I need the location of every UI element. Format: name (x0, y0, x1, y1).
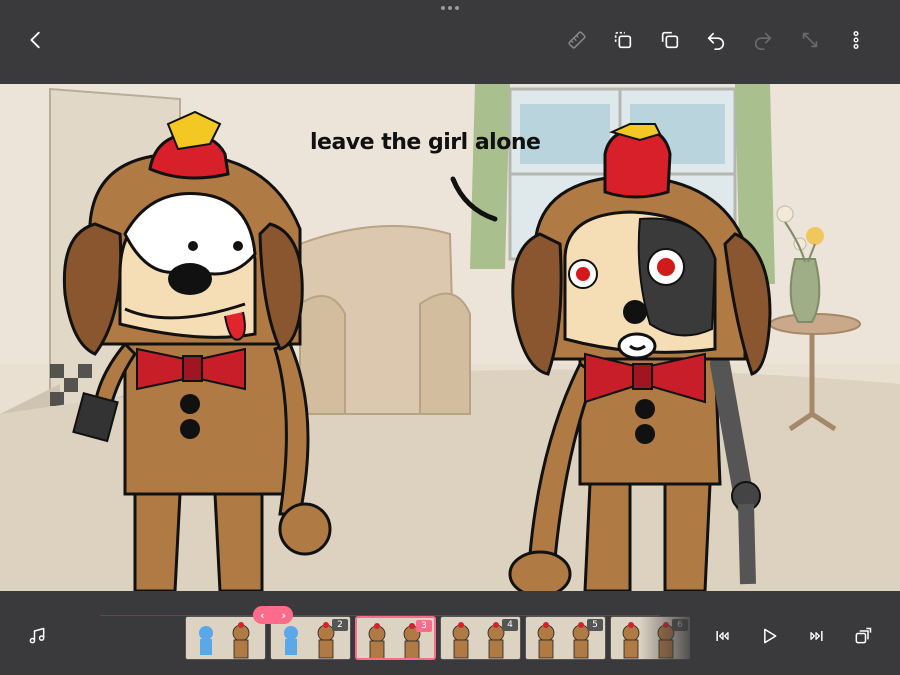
frame-number-badge: 2 (332, 619, 348, 631)
frame-number-badge: 5 (587, 619, 603, 631)
playhead-scrubber[interactable]: ‹ › (253, 606, 293, 624)
window-grabber[interactable] (441, 6, 459, 10)
drawing-canvas[interactable]: leave the girl alone (0, 84, 900, 591)
resize-icon (802, 32, 818, 48)
frame-thumbnail[interactable]: 4 (440, 616, 521, 660)
frame-preview (186, 617, 265, 659)
frame-thumbnail[interactable] (185, 616, 266, 660)
frame-number-badge: 4 (502, 619, 518, 631)
undo-icon (707, 32, 725, 50)
frame-strip-fade (640, 616, 690, 662)
resize-button[interactable] (794, 24, 826, 56)
undo-button[interactable] (700, 24, 732, 56)
top-toolbar (0, 0, 900, 84)
frame-thumbnail[interactable]: 3 (355, 616, 436, 660)
copy-frame-button[interactable] (607, 24, 639, 56)
ruler-button[interactable] (561, 24, 593, 56)
scrubber-right-arrow: › (281, 608, 286, 622)
back-button[interactable] (20, 24, 52, 56)
skip-back-icon (716, 631, 729, 641)
skip-to-end-button[interactable] (803, 623, 829, 649)
scrubber-left-arrow: ‹ (260, 608, 265, 622)
armchair (299, 225, 471, 415)
layers-button[interactable] (850, 623, 876, 649)
frame-number-badge: 3 (416, 620, 432, 632)
redo-button[interactable] (747, 24, 779, 56)
back-icon (30, 31, 40, 49)
scene-illustration (0, 84, 900, 591)
frame-thumbnail[interactable]: 5 (525, 616, 606, 660)
speech-caption: leave the girl alone (310, 130, 541, 155)
skip-to-start-button[interactable] (710, 623, 736, 649)
redo-icon (754, 32, 772, 50)
ruler-icon (568, 31, 586, 49)
duplicate-icon (661, 31, 679, 49)
play-button[interactable] (756, 623, 782, 649)
more-icon (853, 31, 859, 49)
duplicate-button[interactable] (654, 24, 686, 56)
copy-frame-icon (614, 31, 632, 49)
music-icon (29, 627, 45, 644)
play-icon (764, 628, 777, 644)
timeline-bar: 23456 ‹ › (0, 591, 900, 675)
more-button[interactable] (840, 24, 872, 56)
layers-icon (855, 627, 872, 644)
music-button[interactable] (24, 623, 50, 649)
skip-forward-icon (810, 631, 823, 641)
